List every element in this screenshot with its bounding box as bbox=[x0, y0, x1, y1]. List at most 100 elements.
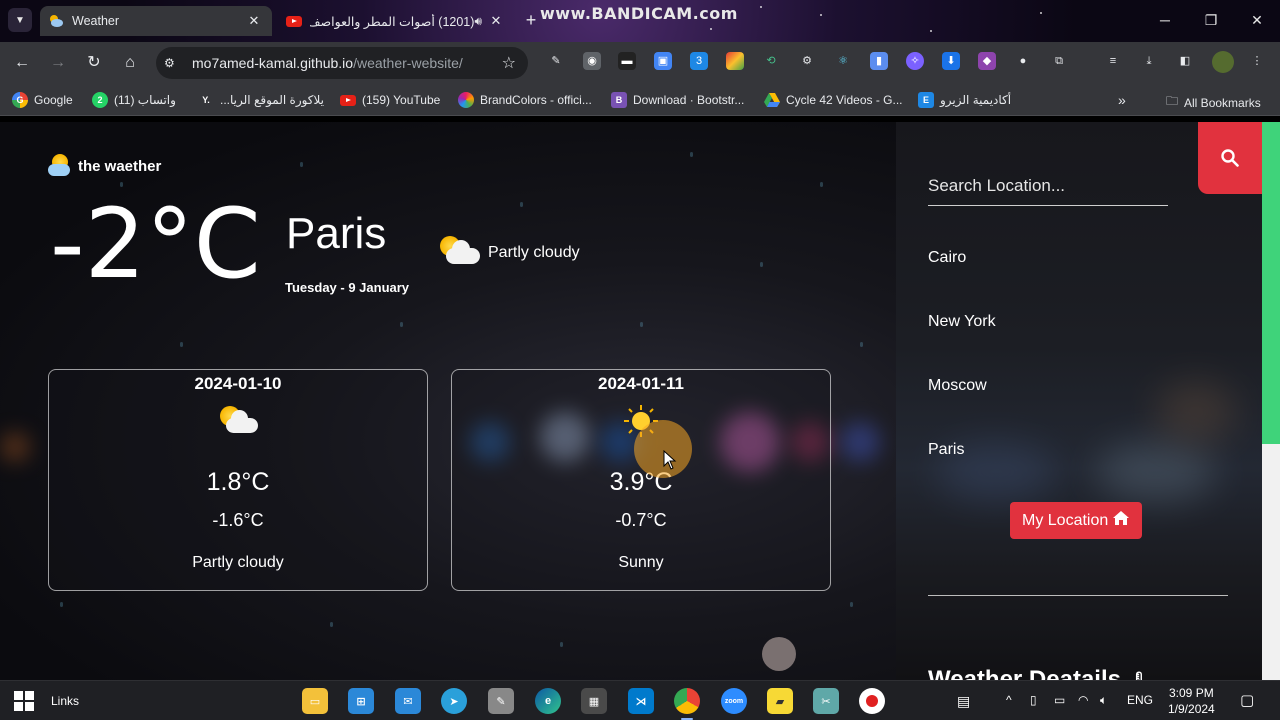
reload-icon[interactable]: ↻ bbox=[81, 50, 107, 76]
bookmark-drive[interactable]: Cycle 42 Videos - G... bbox=[764, 92, 903, 108]
location-paris[interactable]: Paris bbox=[928, 441, 964, 459]
store-icon[interactable]: ⊞ bbox=[348, 688, 374, 714]
weather-main: the waether -2°C Paris Tuesday - 9 Janua… bbox=[0, 122, 896, 680]
react-devtools-icon[interactable]: ⚛ bbox=[834, 52, 852, 70]
location-moscow[interactable]: Moscow bbox=[928, 377, 987, 395]
scrollbar-thumb[interactable] bbox=[1262, 122, 1280, 444]
file-explorer-icon[interactable]: ▭ bbox=[302, 688, 328, 714]
site-brand[interactable]: the waether bbox=[48, 154, 161, 178]
profile-avatar[interactable] bbox=[1212, 51, 1234, 73]
show-hidden-icons-chevron[interactable]: ^ bbox=[1006, 693, 1012, 707]
media-control-icon[interactable]: ≡ bbox=[1104, 52, 1122, 70]
tab-strip: ▼ Weather ✕ (1201) أصوات المطر والعواصف … bbox=[0, 0, 1280, 42]
forecast-condition: Sunny bbox=[618, 554, 664, 571]
doc-extension-icon[interactable]: ▮ bbox=[870, 52, 888, 70]
details-title-text: Weather Deatails bbox=[928, 666, 1121, 680]
location-cairo[interactable]: Cairo bbox=[928, 249, 966, 267]
tab-close-icon[interactable]: ✕ bbox=[244, 13, 264, 29]
messenger-extension-icon[interactable]: ✧ bbox=[906, 52, 924, 70]
bookmark-google[interactable]: G Google bbox=[12, 92, 73, 108]
sticky-notes-icon[interactable]: ▰ bbox=[767, 688, 793, 714]
forecast-min-temp: -1.6°C bbox=[212, 510, 264, 530]
side-panel-icon[interactable]: ◧ bbox=[1176, 52, 1194, 70]
bookmarks-bar: G Google 2 (11) واتساب Y. يلاكورة الموقع… bbox=[0, 84, 1280, 116]
bandicam-record-icon[interactable] bbox=[859, 688, 885, 714]
close-window-button[interactable]: ✕ bbox=[1234, 8, 1280, 34]
forecast-card: 2024-01-10 1.8°C -1.6°C Partly cloudy bbox=[48, 369, 428, 591]
bookmarks-overflow-icon[interactable]: » bbox=[1118, 92, 1126, 108]
thermometer-icon: 🌡︎ bbox=[1128, 671, 1151, 680]
tab-close-icon[interactable]: ✕ bbox=[486, 13, 506, 29]
bookmark-brandcolors[interactable]: BrandColors - offici... bbox=[458, 92, 592, 108]
yallakora-icon: Y. bbox=[202, 95, 210, 105]
location-new-york[interactable]: New York bbox=[928, 313, 996, 331]
restore-button[interactable]: ❐ bbox=[1188, 8, 1234, 34]
news-widget-icon[interactable]: ▤ bbox=[957, 693, 970, 710]
search-location-input[interactable] bbox=[928, 166, 1168, 206]
clock-time: 3:09 PM bbox=[1169, 686, 1214, 700]
forward-arrow-icon[interactable]: → bbox=[45, 50, 71, 76]
kebab-menu-icon[interactable]: ⋮ bbox=[1248, 52, 1266, 70]
snipping-tool-icon[interactable]: ✂ bbox=[813, 688, 839, 714]
colorzilla-extension-icon[interactable] bbox=[726, 52, 744, 70]
calculator-icon[interactable]: ▦ bbox=[581, 688, 607, 714]
eyedropper-extension-icon[interactable]: ✎ bbox=[547, 52, 565, 70]
bookmark-youtube[interactable]: (159) YouTube bbox=[340, 92, 440, 108]
dark-mode-extension-icon[interactable]: ▬ bbox=[618, 52, 636, 70]
all-bookmarks[interactable]: 🗀︎ All Bookmarks bbox=[1166, 92, 1261, 113]
device-icon[interactable]: ▯ bbox=[1030, 693, 1037, 707]
notifications-icon[interactable]: ▢ bbox=[1240, 691, 1254, 709]
chrome-icon[interactable] bbox=[674, 688, 700, 720]
bookmark-zero-academy[interactable]: E أكاديمية الزيرو bbox=[918, 92, 1011, 108]
url-path: /weather-website/ bbox=[353, 55, 463, 71]
bootstrap-icon: B bbox=[611, 92, 627, 108]
bookmark-star-icon[interactable]: ☆ bbox=[502, 53, 516, 73]
site-info-icon[interactable]: ⚙ bbox=[164, 56, 184, 70]
academy-icon: E bbox=[918, 92, 934, 108]
back-arrow-icon[interactable]: ← bbox=[9, 50, 35, 76]
speaker-icon[interactable]: 🔊︎ bbox=[474, 14, 482, 29]
links-toolbar[interactable]: Links bbox=[51, 694, 79, 708]
tab-weather[interactable]: Weather ✕ bbox=[40, 6, 272, 36]
downloads-icon[interactable]: ⤓ bbox=[1140, 52, 1158, 70]
weather-favicon-icon bbox=[48, 13, 64, 29]
purple-extension-icon[interactable]: ◆ bbox=[978, 52, 996, 70]
youtube-favicon-icon bbox=[286, 13, 302, 29]
bookmark-bootstrap[interactable]: B Download · Bootstr... bbox=[611, 92, 744, 108]
system-clock[interactable]: 3:09 PM 1/9/2024 bbox=[1168, 685, 1215, 717]
vscode-icon[interactable]: ⋊ bbox=[628, 688, 654, 714]
edge-icon[interactable]: e bbox=[535, 688, 561, 714]
zoom-icon[interactable]: zoom bbox=[721, 688, 747, 714]
tab-youtube[interactable]: (1201) أصوات المطر والعواصف 🔊︎ ✕ bbox=[278, 6, 514, 36]
bookmark-whatsapp[interactable]: 2 (11) واتساب bbox=[92, 92, 176, 108]
windows-start-icon[interactable] bbox=[14, 691, 34, 711]
window-extension-icon[interactable]: ▣ bbox=[654, 52, 672, 70]
mail-icon[interactable]: ✉ bbox=[395, 688, 421, 714]
my-location-button[interactable]: My Location bbox=[1010, 502, 1143, 539]
circle-extension-icon[interactable]: ● bbox=[1014, 52, 1032, 70]
search-button[interactable] bbox=[1198, 122, 1262, 194]
volume-icon[interactable]: 🔈︎ bbox=[1100, 693, 1107, 708]
language-indicator[interactable]: ENG bbox=[1127, 693, 1153, 707]
wifi-icon[interactable]: ◠ bbox=[1078, 693, 1088, 707]
tab-search-menu-button[interactable]: ▼ bbox=[8, 8, 32, 32]
bookmark-yallakora[interactable]: Y. يلاكورة الموقع الريا... bbox=[198, 92, 324, 108]
battery-icon[interactable]: ▭ bbox=[1054, 693, 1065, 707]
extensions-puzzle-icon[interactable]: ⧉ bbox=[1050, 52, 1068, 70]
gear-extension-icon[interactable]: ⚙ bbox=[798, 52, 816, 70]
search-icon bbox=[1221, 149, 1239, 167]
download-extension-icon[interactable]: ⬇ bbox=[942, 52, 960, 70]
partly-cloudy-icon bbox=[436, 234, 482, 268]
telegram-icon[interactable]: ➤ bbox=[441, 688, 467, 714]
paint-icon[interactable]: ✎ bbox=[488, 688, 514, 714]
css-extension-icon[interactable]: 3 bbox=[690, 52, 708, 70]
address-bar[interactable]: ⚙ mo7amed-kamal.github.io/weather-websit… bbox=[156, 47, 528, 79]
bookmark-label: All Bookmarks bbox=[1184, 95, 1261, 110]
minimize-button[interactable]: ─ bbox=[1142, 8, 1188, 34]
code-extension-icon[interactable]: ⟲ bbox=[762, 52, 780, 70]
new-tab-button[interactable]: + bbox=[520, 10, 542, 32]
bookmark-label: (11) واتساب bbox=[114, 93, 176, 107]
tab-title: Weather bbox=[72, 14, 120, 28]
camera-extension-icon[interactable]: ◉ bbox=[583, 52, 601, 70]
home-icon[interactable]: ⌂ bbox=[117, 50, 143, 76]
